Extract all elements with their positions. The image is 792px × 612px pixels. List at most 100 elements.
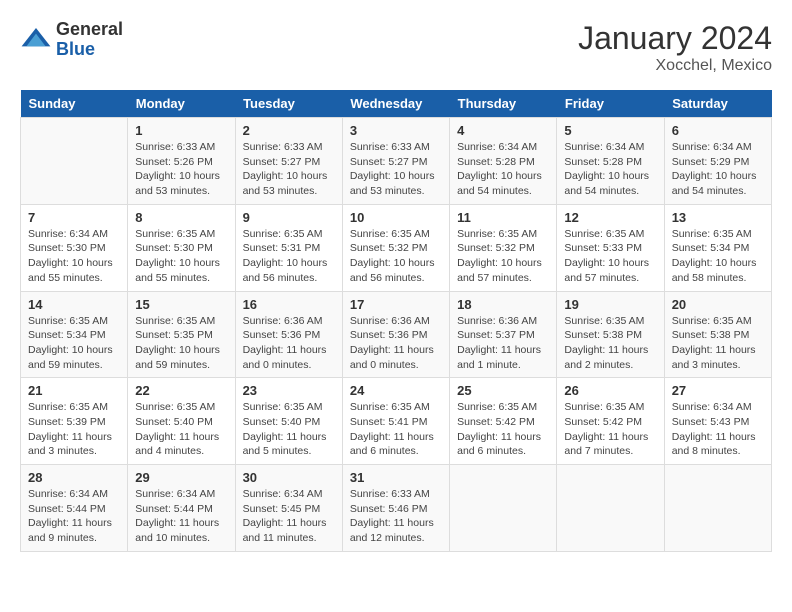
calendar-cell: 31 Sunrise: 6:33 AM Sunset: 5:46 PM Dayli… [342, 465, 449, 552]
calendar-cell [21, 118, 128, 205]
day-info: Sunrise: 6:36 AM Sunset: 5:36 PM Dayligh… [243, 314, 335, 373]
logo-general: General [56, 20, 123, 40]
day-number: 6 [672, 123, 764, 138]
day-number: 11 [457, 210, 549, 225]
day-info: Sunrise: 6:33 AM Sunset: 5:26 PM Dayligh… [135, 140, 227, 199]
day-info: Sunrise: 6:34 AM Sunset: 5:28 PM Dayligh… [457, 140, 549, 199]
calendar-cell: 16 Sunrise: 6:36 AM Sunset: 5:36 PM Dayli… [235, 291, 342, 378]
day-number: 14 [28, 297, 120, 312]
calendar-cell: 26 Sunrise: 6:35 AM Sunset: 5:42 PM Dayli… [557, 378, 664, 465]
calendar-cell: 24 Sunrise: 6:35 AM Sunset: 5:41 PM Dayli… [342, 378, 449, 465]
day-number: 5 [564, 123, 656, 138]
day-of-week-header: Saturday [664, 90, 771, 118]
calendar-cell [557, 465, 664, 552]
month-year: January 2024 [578, 20, 772, 57]
day-info: Sunrise: 6:34 AM Sunset: 5:43 PM Dayligh… [672, 400, 764, 459]
day-info: Sunrise: 6:33 AM Sunset: 5:46 PM Dayligh… [350, 487, 442, 546]
logo-icon [20, 24, 52, 56]
calendar-header: SundayMondayTuesdayWednesdayThursdayFrid… [21, 90, 772, 118]
day-number: 4 [457, 123, 549, 138]
calendar-cell: 10Sunrise: 6:35 AM Sunset: 5:32 PM Dayli… [342, 204, 449, 291]
day-number: 27 [672, 383, 764, 398]
day-info: Sunrise: 6:35 AM Sunset: 5:38 PM Dayligh… [564, 314, 656, 373]
calendar-cell: 29 Sunrise: 6:34 AM Sunset: 5:44 PM Dayli… [128, 465, 235, 552]
day-number: 25 [457, 383, 549, 398]
calendar-cell: 17Sunrise: 6:36 AM Sunset: 5:36 PM Dayli… [342, 291, 449, 378]
calendar-week-row: 21 Sunrise: 6:35 AM Sunset: 5:39 PM Dayli… [21, 378, 772, 465]
day-info: Sunrise: 6:35 AM Sunset: 5:39 PM Dayligh… [28, 400, 120, 459]
calendar-week-row: 14 Sunrise: 6:35 AM Sunset: 5:34 PM Dayli… [21, 291, 772, 378]
day-number: 28 [28, 470, 120, 485]
day-number: 30 [243, 470, 335, 485]
calendar-cell: 20 Sunrise: 6:35 AM Sunset: 5:38 PM Dayli… [664, 291, 771, 378]
calendar-table: SundayMondayTuesdayWednesdayThursdayFrid… [20, 90, 772, 552]
day-of-week-header: Monday [128, 90, 235, 118]
day-info: Sunrise: 6:35 AM Sunset: 5:34 PM Dayligh… [28, 314, 120, 373]
calendar-cell: 22Sunrise: 6:35 AM Sunset: 5:40 PM Dayli… [128, 378, 235, 465]
day-number: 31 [350, 470, 442, 485]
day-number: 12 [564, 210, 656, 225]
day-number: 3 [350, 123, 442, 138]
calendar-cell: 15Sunrise: 6:35 AM Sunset: 5:35 PM Dayli… [128, 291, 235, 378]
calendar-cell: 19 Sunrise: 6:35 AM Sunset: 5:38 PM Dayli… [557, 291, 664, 378]
page-header: General Blue January 2024 Xocchel, Mexic… [20, 20, 772, 75]
calendar-week-row: 7Sunrise: 6:34 AM Sunset: 5:30 PM Daylig… [21, 204, 772, 291]
calendar-cell: 4 Sunrise: 6:34 AM Sunset: 5:28 PM Daylig… [450, 118, 557, 205]
day-number: 19 [564, 297, 656, 312]
logo-text: General Blue [56, 20, 123, 60]
calendar-cell: 8 Sunrise: 6:35 AM Sunset: 5:30 PM Daylig… [128, 204, 235, 291]
day-number: 24 [350, 383, 442, 398]
day-info: Sunrise: 6:36 AM Sunset: 5:36 PM Dayligh… [350, 314, 442, 373]
day-number: 26 [564, 383, 656, 398]
calendar-cell: 18Sunrise: 6:36 AM Sunset: 5:37 PM Dayli… [450, 291, 557, 378]
day-info: Sunrise: 6:36 AM Sunset: 5:37 PM Dayligh… [457, 314, 549, 373]
calendar-cell: 9Sunrise: 6:35 AM Sunset: 5:31 PM Daylig… [235, 204, 342, 291]
day-info: Sunrise: 6:34 AM Sunset: 5:29 PM Dayligh… [672, 140, 764, 199]
day-info: Sunrise: 6:35 AM Sunset: 5:38 PM Dayligh… [672, 314, 764, 373]
day-number: 21 [28, 383, 120, 398]
day-of-week-header: Sunday [21, 90, 128, 118]
day-info: Sunrise: 6:35 AM Sunset: 5:40 PM Dayligh… [243, 400, 335, 459]
calendar-cell: 30Sunrise: 6:34 AM Sunset: 5:45 PM Dayli… [235, 465, 342, 552]
calendar-cell: 28 Sunrise: 6:34 AM Sunset: 5:44 PM Dayli… [21, 465, 128, 552]
day-of-week-header: Wednesday [342, 90, 449, 118]
calendar-cell: 6 Sunrise: 6:34 AM Sunset: 5:29 PM Daylig… [664, 118, 771, 205]
day-info: Sunrise: 6:35 AM Sunset: 5:32 PM Dayligh… [350, 227, 442, 286]
day-number: 20 [672, 297, 764, 312]
location: Xocchel, Mexico [578, 57, 772, 75]
day-number: 9 [243, 210, 335, 225]
header-row: SundayMondayTuesdayWednesdayThursdayFrid… [21, 90, 772, 118]
day-info: Sunrise: 6:35 AM Sunset: 5:35 PM Dayligh… [135, 314, 227, 373]
day-info: Sunrise: 6:35 AM Sunset: 5:41 PM Dayligh… [350, 400, 442, 459]
day-number: 8 [135, 210, 227, 225]
calendar-cell: 21 Sunrise: 6:35 AM Sunset: 5:39 PM Dayli… [21, 378, 128, 465]
calendar-cell: 7Sunrise: 6:34 AM Sunset: 5:30 PM Daylig… [21, 204, 128, 291]
day-info: Sunrise: 6:34 AM Sunset: 5:44 PM Dayligh… [135, 487, 227, 546]
calendar-cell: 13Sunrise: 6:35 AM Sunset: 5:34 PM Dayli… [664, 204, 771, 291]
calendar-cell: 12 Sunrise: 6:35 AM Sunset: 5:33 PM Dayli… [557, 204, 664, 291]
day-info: Sunrise: 6:34 AM Sunset: 5:28 PM Dayligh… [564, 140, 656, 199]
calendar-body: 1 Sunrise: 6:33 AM Sunset: 5:26 PM Daylig… [21, 118, 772, 552]
day-info: Sunrise: 6:34 AM Sunset: 5:30 PM Dayligh… [28, 227, 120, 286]
calendar-cell: 23 Sunrise: 6:35 AM Sunset: 5:40 PM Dayli… [235, 378, 342, 465]
calendar-cell: 27 Sunrise: 6:34 AM Sunset: 5:43 PM Dayli… [664, 378, 771, 465]
day-info: Sunrise: 6:35 AM Sunset: 5:32 PM Dayligh… [457, 227, 549, 286]
day-info: Sunrise: 6:35 AM Sunset: 5:30 PM Dayligh… [135, 227, 227, 286]
calendar-cell: 1 Sunrise: 6:33 AM Sunset: 5:26 PM Daylig… [128, 118, 235, 205]
day-info: Sunrise: 6:35 AM Sunset: 5:34 PM Dayligh… [672, 227, 764, 286]
day-number: 23 [243, 383, 335, 398]
day-number: 29 [135, 470, 227, 485]
calendar-week-row: 1 Sunrise: 6:33 AM Sunset: 5:26 PM Daylig… [21, 118, 772, 205]
day-info: Sunrise: 6:33 AM Sunset: 5:27 PM Dayligh… [350, 140, 442, 199]
day-info: Sunrise: 6:35 AM Sunset: 5:42 PM Dayligh… [564, 400, 656, 459]
day-info: Sunrise: 6:35 AM Sunset: 5:33 PM Dayligh… [564, 227, 656, 286]
calendar-cell: 11 Sunrise: 6:35 AM Sunset: 5:32 PM Dayli… [450, 204, 557, 291]
day-of-week-header: Tuesday [235, 90, 342, 118]
calendar-cell: 3 Sunrise: 6:33 AM Sunset: 5:27 PM Daylig… [342, 118, 449, 205]
calendar-cell [664, 465, 771, 552]
calendar-cell: 25 Sunrise: 6:35 AM Sunset: 5:42 PM Dayli… [450, 378, 557, 465]
day-info: Sunrise: 6:35 AM Sunset: 5:42 PM Dayligh… [457, 400, 549, 459]
day-number: 1 [135, 123, 227, 138]
day-info: Sunrise: 6:34 AM Sunset: 5:44 PM Dayligh… [28, 487, 120, 546]
day-number: 16 [243, 297, 335, 312]
